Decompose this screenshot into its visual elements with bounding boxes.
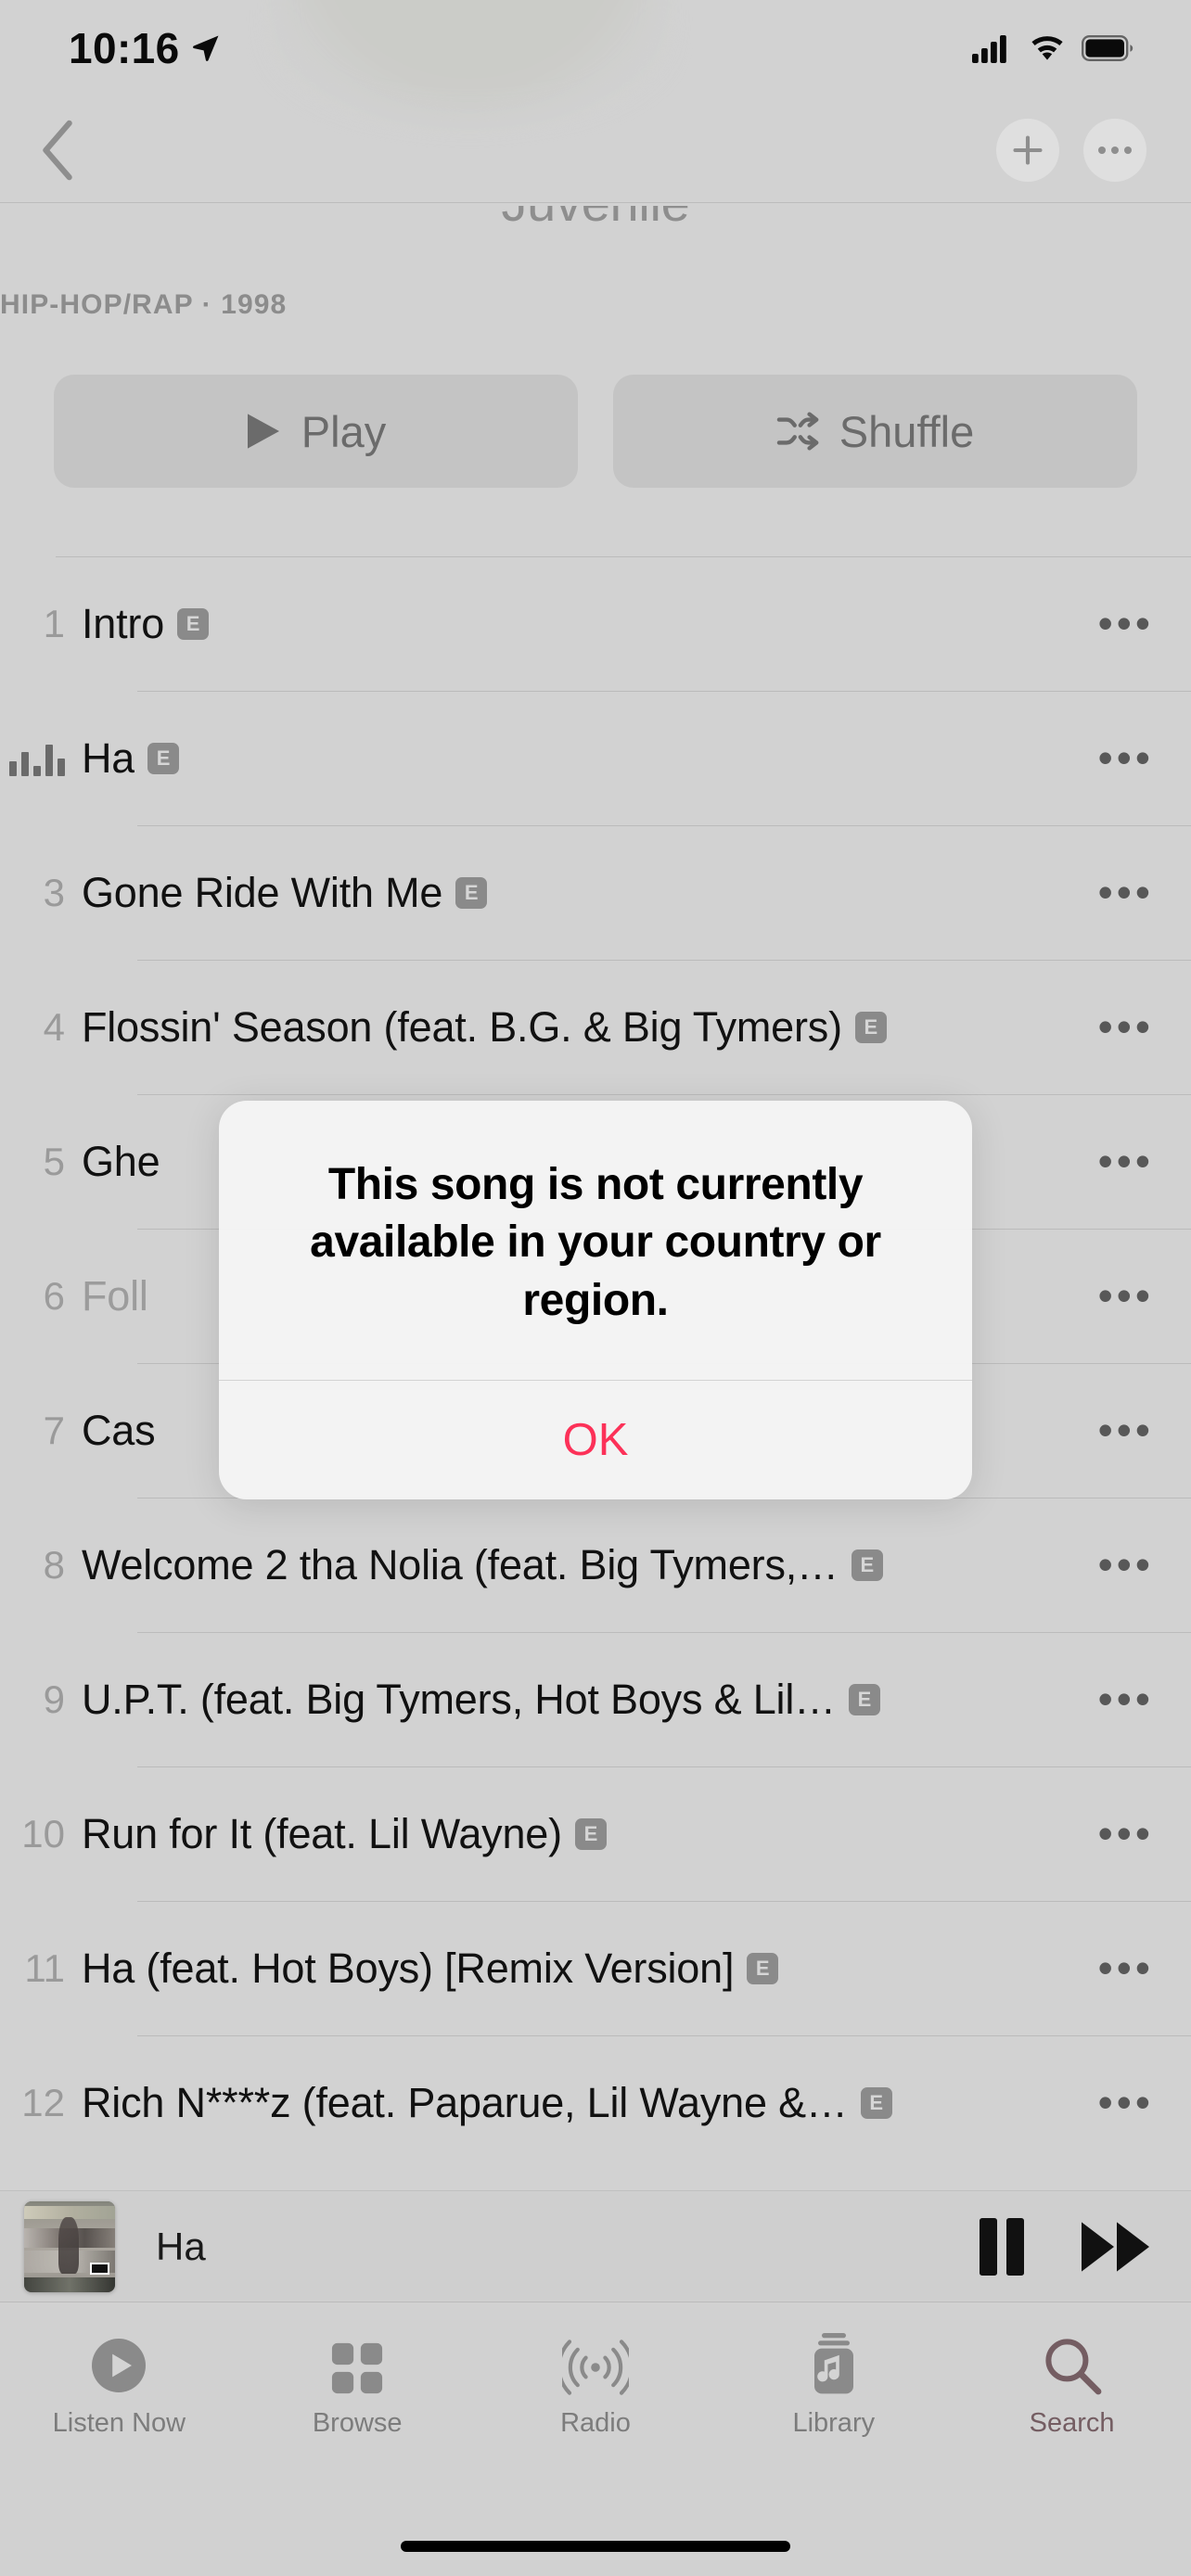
alert-message: This song is not currently available in … bbox=[310, 1160, 881, 1325]
alert-ok-button[interactable]: OK bbox=[219, 1381, 972, 1499]
alert-dialog: This song is not currently available in … bbox=[219, 1101, 972, 1500]
alert-body: This song is not currently available in … bbox=[219, 1101, 972, 1380]
